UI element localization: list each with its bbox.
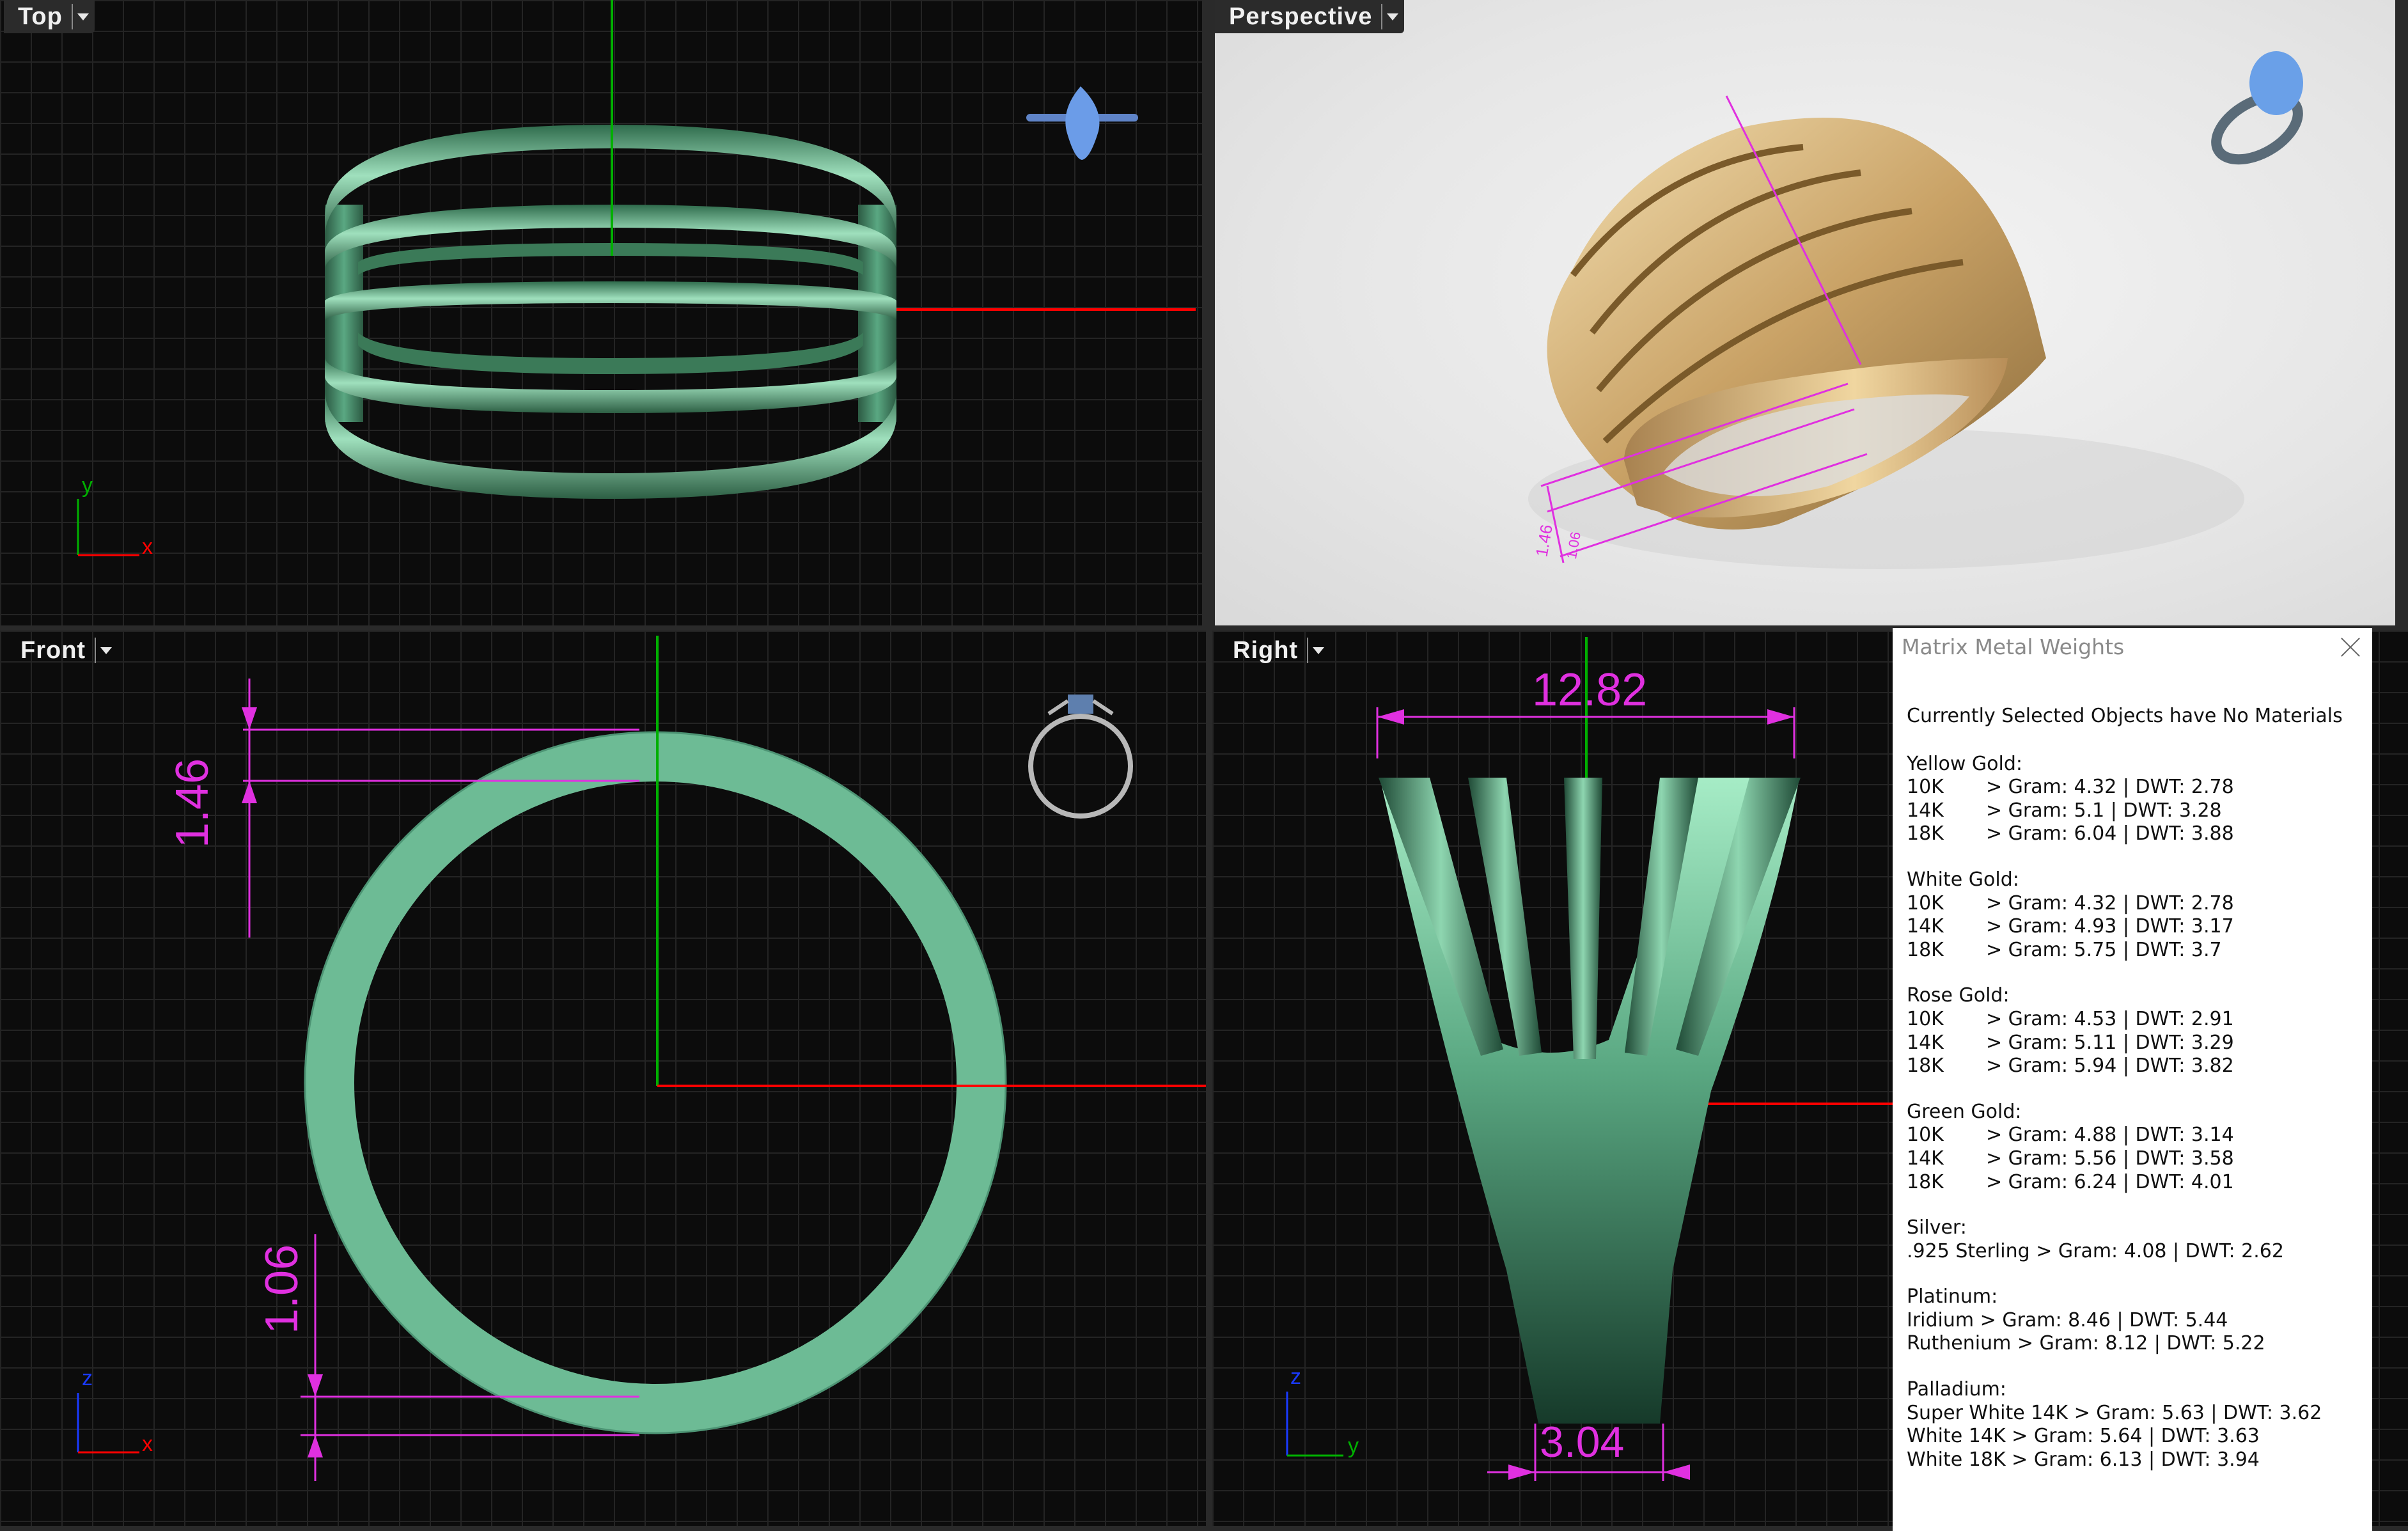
metal-group-title: Yellow Gold: [1907, 752, 2022, 775]
weight-value: > Gram: 4.32 | DWT: 2.78 [1986, 891, 2234, 915]
ring-preview-icon [1028, 695, 1133, 819]
right-dimension-top: 12.82 [1532, 664, 1648, 716]
front-dimension-top: 1.46 [167, 758, 218, 848]
weight-value: > Gram: 5.11 | DWT: 3.29 [1986, 1031, 2234, 1054]
axis-label-z: z [1290, 1365, 1301, 1389]
metal-row: 18K > Gram: 6.24 | DWT: 4.01 [1907, 1171, 2367, 1195]
karat-label: 14K [1907, 915, 1944, 938]
metal-group-title: Palladium: [1907, 1378, 2006, 1401]
weight-value: > Gram: 4.93 | DWT: 3.17 [1986, 915, 2234, 938]
metal-group-green-gold: Green Gold: 10K > Gram: 4.88 | DWT: 3.14 … [1907, 1101, 2367, 1194]
karat-label: 14K [1907, 799, 1944, 822]
metal-row: 14K > Gram: 5.1 | DWT: 3.28 [1907, 799, 2367, 823]
metal-group-title: White Gold: [1907, 868, 2019, 891]
karat-label: 10K [1907, 891, 1944, 915]
metal-group-silver: Silver: .925 Sterling > Gram: 4.08 | DWT… [1907, 1216, 2367, 1263]
karat-label: 18K [1907, 822, 1944, 845]
right-dimension-bottom: 3.04 [1540, 1418, 1625, 1466]
front-dimension-bottom: 1.06 [256, 1244, 308, 1334]
viewport-perspective[interactable]: Perspective 1.46 1.06 [1215, 0, 2395, 625]
viewport-front[interactable]: Front 1.46 1.06 z x [0, 631, 1206, 1526]
metal-group-title: Platinum: [1907, 1285, 1998, 1308]
viewport-tab-right[interactable]: Right [1219, 631, 1330, 670]
metal-row: .925 Sterling > Gram: 4.08 | DWT: 2.62 [1907, 1239, 2284, 1262]
weight-value: > Gram: 4.53 | DWT: 2.91 [1986, 1007, 2234, 1030]
top-view-drawing [77, 0, 1196, 556]
metal-row: 10K > Gram: 4.32 | DWT: 2.78 [1907, 892, 2367, 916]
viewport-menu-arrow-icon[interactable] [95, 638, 113, 663]
close-icon[interactable] [2339, 634, 2362, 657]
weight-value: > Gram: 5.75 | DWT: 3.7 [1986, 938, 2222, 961]
viewport-top[interactable]: Top y x [0, 0, 1202, 625]
weight-value: > Gram: 6.24 | DWT: 4.01 [1986, 1170, 2234, 1193]
weight-value: > Gram: 6.04 | DWT: 3.88 [1986, 822, 2234, 845]
metal-weights-panel: Matrix Metal Weights Currently Selected … [1893, 628, 2372, 1531]
viewport-title-front: Front [20, 636, 86, 664]
viewport-tab-perspective[interactable]: Perspective [1215, 0, 1405, 33]
karat-label: 10K [1907, 1124, 1944, 1147]
weight-value: > Gram: 5.94 | DWT: 3.82 [1986, 1055, 2234, 1078]
karat-label: 10K [1907, 776, 1944, 799]
metal-row: Super White 14K > Gram: 5.63 | DWT: 3.62 [1907, 1401, 2322, 1424]
axis-label-x: x [142, 535, 153, 559]
metal-group-palladium: Palladium: Super White 14K > Gram: 5.63 … [1907, 1378, 2367, 1472]
metal-row: White 14K > Gram: 5.64 | DWT: 3.63 [1907, 1425, 2260, 1448]
weight-value: > Gram: 5.1 | DWT: 3.28 [1986, 799, 2222, 822]
metal-row: 10K > Gram: 4.32 | DWT: 2.78 [1907, 776, 2367, 799]
metal-row: 14K > Gram: 5.56 | DWT: 3.58 [1907, 1147, 2367, 1171]
panel-body: Currently Selected Objects have No Mater… [1907, 705, 2367, 1494]
viewport-menu-arrow-icon[interactable] [71, 4, 90, 29]
axis-label-y: y [82, 473, 93, 498]
weight-value: > Gram: 4.88 | DWT: 3.14 [1986, 1124, 2234, 1147]
panel-title: Matrix Metal Weights [1902, 634, 2125, 659]
metal-row: 10K > Gram: 4.88 | DWT: 3.14 [1907, 1124, 2367, 1147]
axis-label-y: y [1348, 1434, 1359, 1458]
ring-preview-icon [1026, 86, 1138, 160]
metal-row: White 18K > Gram: 6.13 | DWT: 3.94 [1907, 1448, 2260, 1471]
metal-group-platinum: Platinum: Iridium > Gram: 8.46 | DWT: 5.… [1907, 1285, 2367, 1356]
metal-row: 10K > Gram: 4.53 | DWT: 2.91 [1907, 1008, 2367, 1032]
metal-row: 18K > Gram: 6.04 | DWT: 3.88 [1907, 822, 2367, 846]
viewport-title-right: Right [1233, 636, 1299, 664]
metal-row: 14K > Gram: 5.11 | DWT: 3.29 [1907, 1032, 2367, 1055]
metal-group-title: Silver: [1907, 1216, 1967, 1239]
karat-label: 10K [1907, 1007, 1944, 1030]
metal-group-white-gold: White Gold: 10K > Gram: 4.32 | DWT: 2.78 … [1907, 868, 2367, 962]
karat-label: 18K [1907, 1170, 1944, 1193]
viewport-tab-front[interactable]: Front [6, 631, 118, 670]
metal-row: Ruthenium > Gram: 8.12 | DWT: 5.22 [1907, 1332, 2265, 1355]
karat-label: 18K [1907, 938, 1944, 961]
perspective-view-drawing [1528, 51, 2303, 569]
viewport-menu-arrow-icon[interactable] [1307, 638, 1325, 663]
rhino-workspace: Top y x Perspective 1.46 1.06 Front 1.46… [0, 0, 2408, 1531]
viewport-title-top: Top [18, 3, 63, 30]
viewport-tab-top[interactable]: Top [4, 0, 95, 33]
selection-status: Currently Selected Objects have No Mater… [1907, 705, 2343, 727]
viewport-menu-arrow-icon[interactable] [1381, 4, 1399, 29]
viewport-title-perspective: Perspective [1229, 3, 1373, 30]
ring-preview-icon [2211, 51, 2303, 165]
metal-row: Iridium > Gram: 8.46 | DWT: 5.44 [1907, 1308, 2228, 1331]
metal-group-yellow-gold: Yellow Gold: 10K > Gram: 4.32 | DWT: 2.78… [1907, 753, 2367, 846]
karat-label: 14K [1907, 1147, 1944, 1170]
axis-label-x: x [142, 1432, 153, 1456]
metal-group-rose-gold: Rose Gold: 10K > Gram: 4.53 | DWT: 2.91 1… [1907, 984, 2367, 1078]
metal-row: 14K > Gram: 4.93 | DWT: 3.17 [1907, 915, 2367, 939]
metal-group-title: Rose Gold: [1907, 984, 2010, 1007]
metal-row: 18K > Gram: 5.94 | DWT: 3.82 [1907, 1055, 2367, 1078]
weight-value: > Gram: 4.32 | DWT: 2.78 [1986, 776, 2234, 799]
karat-label: 18K [1907, 1055, 1944, 1078]
metal-group-title: Green Gold: [1907, 1100, 2022, 1123]
axis-label-z: z [82, 1366, 93, 1390]
karat-label: 14K [1907, 1031, 1944, 1054]
metal-row: 18K > Gram: 5.75 | DWT: 3.7 [1907, 939, 2367, 962]
weight-value: > Gram: 5.56 | DWT: 3.58 [1986, 1147, 2234, 1170]
